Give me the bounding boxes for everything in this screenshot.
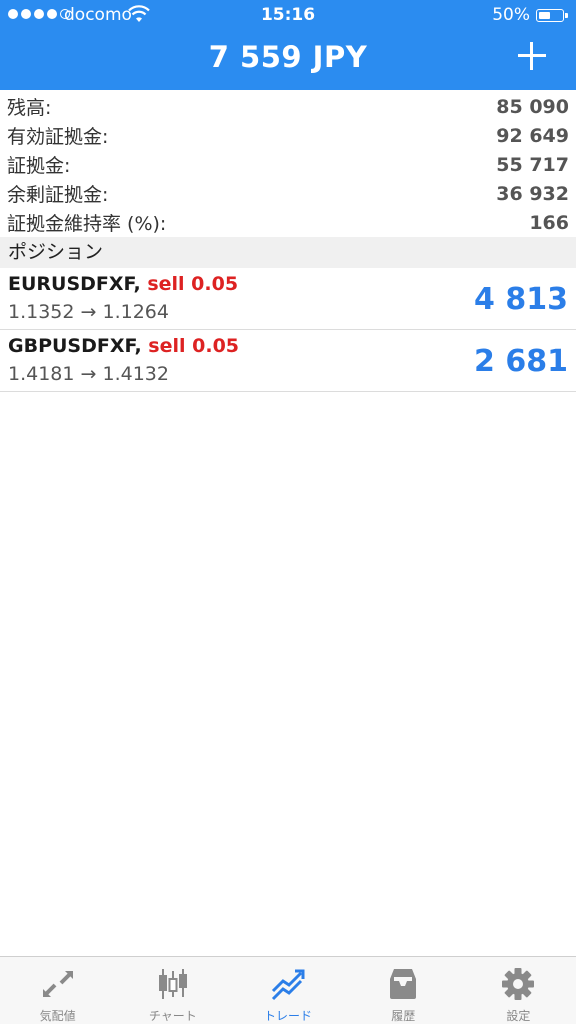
- summary-value: 166: [529, 211, 569, 234]
- summary-label: 証拠金維持率 (%):: [7, 213, 167, 235]
- tab-label: 履歴: [391, 1009, 416, 1023]
- add-order-button[interactable]: [516, 40, 548, 72]
- summary-row-equity: 有効証拠金: 92 649: [0, 121, 576, 150]
- tab-label: 気配値: [39, 1009, 76, 1023]
- tab-bar: 気配値 チャート トレード 履歴 設定: [0, 956, 576, 1024]
- summary-value: 36 932: [496, 182, 569, 205]
- position-side: sell 0.05: [147, 273, 239, 295]
- tab-label: 設定: [506, 1009, 531, 1023]
- summary-row-margin-level: 証拠金維持率 (%): 166: [0, 208, 576, 237]
- position-prices: 1.4181 → 1.4132: [8, 363, 169, 385]
- position-row[interactable]: GBPUSDFXF, sell 0.05 1.4181 → 1.4132 2 6…: [0, 330, 576, 392]
- position-prices: 1.1352 → 1.1264: [8, 301, 169, 323]
- tab-history[interactable]: 履歴: [346, 957, 461, 1024]
- tab-label: チャート: [148, 1009, 197, 1023]
- trade-icon: [271, 969, 305, 1001]
- status-time: 15:16: [260, 5, 316, 25]
- summary-label: 証拠金:: [7, 155, 71, 177]
- summary-row-balance: 残高: 85 090: [0, 92, 576, 121]
- account-summary: 残高: 85 090 有効証拠金: 92 649 証拠金: 55 717 余剰証…: [0, 92, 576, 237]
- summary-label: 余剰証拠金:: [7, 184, 109, 206]
- summary-label: 有効証拠金:: [7, 126, 109, 148]
- position-symbol-line: GBPUSDFXF, sell 0.05: [8, 335, 239, 357]
- position-symbol-line: EURUSDFXF, sell 0.05: [8, 273, 238, 295]
- position-side: sell 0.05: [148, 335, 240, 357]
- summary-value: 85 090: [496, 95, 569, 118]
- tab-settings[interactable]: 設定: [461, 957, 576, 1024]
- tab-trade[interactable]: トレード: [230, 957, 345, 1024]
- tab-chart[interactable]: チャート: [115, 957, 230, 1024]
- summary-label: 残高:: [7, 97, 52, 119]
- position-symbol: GBPUSDFXF,: [8, 335, 142, 357]
- summary-value: 92 649: [496, 124, 569, 147]
- battery-percent: 50%: [492, 5, 530, 25]
- tab-label: トレード: [264, 1009, 313, 1023]
- battery-icon: [536, 9, 568, 22]
- positions-list: EURUSDFXF, sell 0.05 1.1352 → 1.1264 4 8…: [0, 268, 576, 392]
- tab-quotes[interactable]: 気配値: [0, 957, 115, 1024]
- chart-icon: [158, 969, 187, 999]
- summary-row-margin: 証拠金: 55 717: [0, 150, 576, 179]
- summary-row-free-margin: 余剰証拠金: 36 932: [0, 179, 576, 208]
- settings-icon: [502, 968, 535, 1000]
- position-profit: 4 813: [474, 282, 568, 317]
- history-icon: [390, 969, 417, 999]
- position-profit: 2 681: [474, 344, 568, 379]
- positions-section-header: ポジション: [0, 237, 576, 268]
- quotes-icon: [42, 971, 73, 997]
- page-title: 7 559 JPY: [208, 40, 368, 74]
- status-bar: docomo 15:16 50%: [0, 0, 576, 30]
- summary-value: 55 717: [496, 153, 569, 176]
- position-symbol: EURUSDFXF,: [8, 273, 141, 295]
- top-bar: docomo 15:16 50% 7 559 JPY: [0, 0, 576, 90]
- position-row[interactable]: EURUSDFXF, sell 0.05 1.1352 → 1.1264 4 8…: [0, 268, 576, 330]
